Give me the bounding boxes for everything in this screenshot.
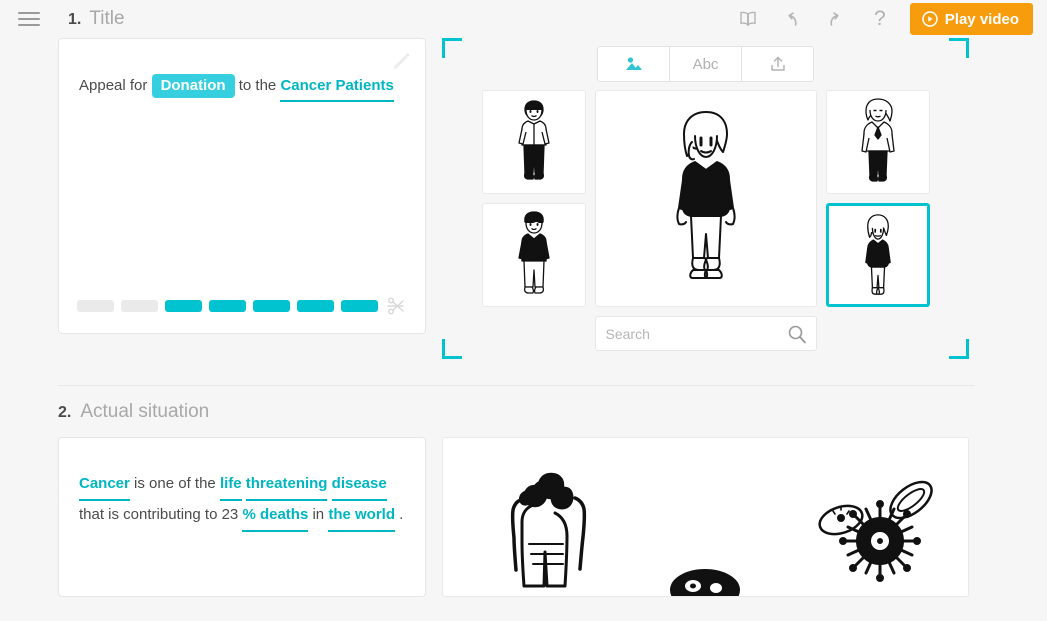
script-link-life[interactable]: life bbox=[219, 470, 242, 501]
virus-bacteria-illustration bbox=[818, 480, 933, 582]
search-input[interactable] bbox=[605, 325, 787, 342]
timeline-segment[interactable] bbox=[77, 300, 114, 312]
timeline-segment[interactable] bbox=[209, 300, 246, 312]
character-thumb-man-black-sweater[interactable] bbox=[481, 203, 586, 307]
section-2-title[interactable]: Actual situation bbox=[80, 401, 209, 423]
picker-body bbox=[452, 90, 959, 351]
section-2-header: 2. Actual situation bbox=[0, 386, 1047, 437]
timeline-segment[interactable] bbox=[121, 300, 158, 312]
crowd-of-people-illustration bbox=[510, 472, 587, 588]
breadcrumb-title[interactable]: Title bbox=[89, 8, 124, 30]
top-bar: 1. Title ? Play video bbox=[0, 0, 1047, 38]
picker-column-left bbox=[481, 90, 586, 351]
script-link-the-world[interactable]: the world bbox=[328, 501, 395, 532]
script-middle: to the bbox=[238, 77, 277, 94]
script-text-2: Cancer is one of the life threatening di… bbox=[59, 438, 425, 532]
script-prefix: Appeal for bbox=[79, 77, 148, 94]
script-text-1: Appeal for Donation to the Cancer Patien… bbox=[59, 39, 425, 102]
script-text-fragment: in bbox=[312, 506, 325, 523]
scissors-icon[interactable] bbox=[385, 295, 407, 317]
character-thumb-man-white-shirt[interactable] bbox=[481, 90, 586, 194]
cell-illustration bbox=[670, 569, 740, 596]
book-icon[interactable] bbox=[726, 0, 770, 38]
timeline-segment[interactable] bbox=[341, 300, 378, 312]
script-card-2[interactable]: Cancer is one of the life threatening di… bbox=[58, 437, 426, 597]
play-circle-icon bbox=[922, 11, 938, 27]
hamburger-icon[interactable] bbox=[18, 10, 40, 28]
play-video-label: Play video bbox=[944, 10, 1019, 28]
picker-tabs: Abc bbox=[452, 46, 959, 82]
pencil-icon[interactable] bbox=[391, 51, 411, 71]
asset-picker: Abc bbox=[442, 38, 969, 359]
selection-corner-top-right bbox=[949, 38, 969, 58]
scene-2-canvas[interactable] bbox=[442, 437, 969, 597]
script-link-threatening[interactable]: threatening bbox=[245, 470, 328, 501]
script-text-fragment: is one of the bbox=[134, 475, 216, 492]
scene-2-row: Cancer is one of the life threatening di… bbox=[0, 437, 1047, 597]
script-link-percent-deaths[interactable]: % deaths bbox=[242, 501, 309, 532]
timeline-segment[interactable] bbox=[297, 300, 334, 312]
top-bar-actions: ? Play video bbox=[726, 0, 1033, 38]
timeline-segment[interactable] bbox=[165, 300, 202, 312]
picker-column-right bbox=[825, 90, 930, 351]
selection-corner-bottom-right bbox=[949, 339, 969, 359]
undo-icon[interactable] bbox=[770, 0, 814, 38]
play-video-button[interactable]: Play video bbox=[909, 3, 1033, 35]
tab-text[interactable]: Abc bbox=[669, 46, 742, 82]
script-link-cancer-patients[interactable]: Cancer Patients bbox=[280, 73, 394, 102]
script-period: . bbox=[399, 506, 404, 523]
character-thumb-woman-blazer[interactable] bbox=[825, 90, 930, 194]
scene-1-row: Appeal for Donation to the Cancer Patien… bbox=[0, 38, 1047, 359]
search-box[interactable] bbox=[594, 316, 817, 351]
character-preview-woman-black-tee[interactable] bbox=[594, 90, 817, 307]
breadcrumb: 1. Title bbox=[68, 8, 125, 30]
section-2-number: 2. bbox=[58, 404, 72, 421]
script-chip-donation[interactable]: Donation bbox=[151, 74, 235, 98]
character-thumb-woman-black-tee[interactable] bbox=[825, 203, 930, 307]
script-text-fragment: that is contributing to 23 bbox=[79, 506, 239, 523]
breadcrumb-number: 1. bbox=[68, 11, 82, 28]
timeline-1 bbox=[59, 295, 425, 317]
image-icon bbox=[625, 57, 642, 70]
scene-1: Appeal for Donation to the Cancer Patien… bbox=[0, 38, 1047, 359]
selection-corner-top-left bbox=[442, 38, 462, 58]
tab-characters[interactable] bbox=[597, 46, 670, 82]
script-link-disease[interactable]: disease bbox=[331, 470, 387, 501]
redo-icon[interactable] bbox=[814, 0, 858, 38]
tab-upload[interactable] bbox=[741, 46, 814, 82]
upload-icon bbox=[770, 56, 785, 71]
selection-corner-bottom-left bbox=[442, 339, 462, 359]
help-icon[interactable]: ? bbox=[858, 0, 902, 38]
timeline-segment[interactable] bbox=[253, 300, 290, 312]
script-link-cancer[interactable]: Cancer bbox=[79, 470, 130, 501]
picker-center-column bbox=[594, 90, 817, 351]
search-icon[interactable] bbox=[787, 324, 807, 344]
script-card-1[interactable]: Appeal for Donation to the Cancer Patien… bbox=[58, 38, 426, 334]
